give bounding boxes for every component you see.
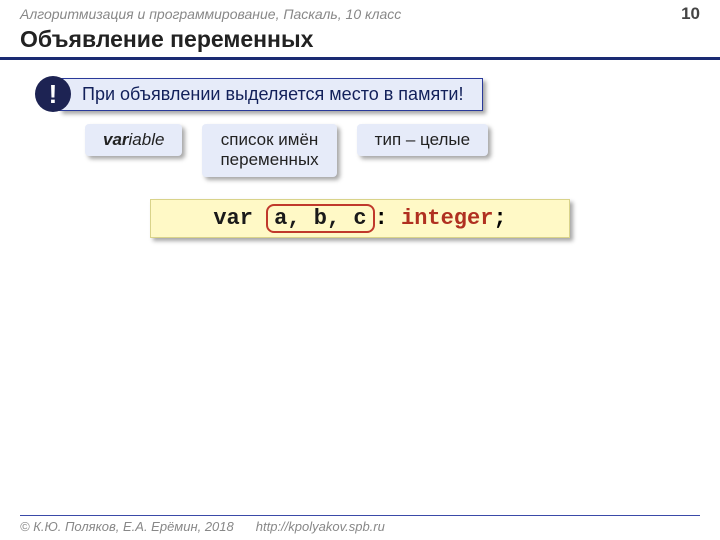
breadcrumb: Алгоритмизация и программирование, Паска… xyxy=(20,6,401,22)
callout-text: При объявлении выделяется место в памяти… xyxy=(59,78,483,111)
chip-variable-rest: iable xyxy=(129,130,165,149)
chip-id-list: список имён переменных xyxy=(202,124,336,177)
label-chips-row: variable список имён переменных тип – це… xyxy=(85,124,690,177)
page-title: Объявление переменных xyxy=(0,24,720,60)
code-colon: : xyxy=(375,206,388,231)
code-identifiers: a, b, c xyxy=(266,204,374,233)
chip-type: тип – целые xyxy=(357,124,488,156)
slide-header: Алгоритмизация и программирование, Паска… xyxy=(0,0,720,24)
exclaim-icon: ! xyxy=(35,76,71,112)
content-area: ! При объявлении выделяется место в памя… xyxy=(0,60,720,248)
slide-footer: © К.Ю. Поляков, Е.А. Ерёмин, 2018 http:/… xyxy=(20,515,700,534)
callout: ! При объявлении выделяется место в памя… xyxy=(35,76,690,112)
code-keyword-var: var xyxy=(213,206,253,231)
chip-variable: variable xyxy=(85,124,182,156)
footer-copyright: © К.Ю. Поляков, Е.А. Ерёмин, 2018 xyxy=(20,519,234,534)
chip-id-list-line1: список имён xyxy=(221,130,319,149)
code-semicolon: ; xyxy=(493,206,506,231)
code-type: integer xyxy=(401,206,493,231)
chip-id-list-line2: переменных xyxy=(220,150,318,169)
chip-variable-bold: var xyxy=(103,130,129,149)
footer-link[interactable]: http://kpolyakov.spb.ru xyxy=(256,519,385,534)
code-example: var a, b, c: integer; xyxy=(150,199,570,238)
page-number: 10 xyxy=(681,4,700,24)
